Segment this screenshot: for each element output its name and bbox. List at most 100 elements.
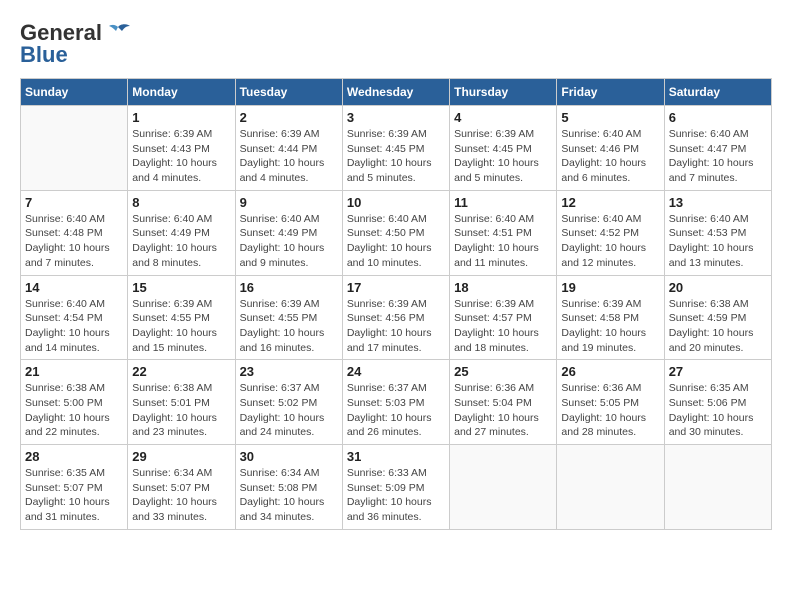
calendar-day-cell: 17 Sunrise: 6:39 AM Sunset: 4:56 PM Dayli… (342, 275, 449, 360)
day-info: Sunrise: 6:39 AM Sunset: 4:43 PM Dayligh… (132, 127, 230, 186)
calendar-day-cell (557, 445, 664, 530)
day-number: 24 (347, 364, 445, 379)
calendar-day-cell: 22Sunrise: 6:38 AM Sunset: 5:01 PM Dayli… (128, 360, 235, 445)
calendar-day-cell: 8 Sunrise: 6:40 AM Sunset: 4:49 PM Daylig… (128, 190, 235, 275)
calendar-week-row: 21 Sunrise: 6:38 AM Sunset: 5:00 PM Dayli… (21, 360, 772, 445)
calendar-day-cell: 18Sunrise: 6:39 AM Sunset: 4:57 PM Dayli… (450, 275, 557, 360)
day-number: 17 (347, 280, 445, 295)
day-number: 23 (240, 364, 338, 379)
day-number: 2 (240, 110, 338, 125)
day-number: 20 (669, 280, 767, 295)
calendar-day-cell (450, 445, 557, 530)
day-number: 15 (132, 280, 230, 295)
calendar-day-cell: 28 Sunrise: 6:35 AM Sunset: 5:07 PM Dayli… (21, 445, 128, 530)
day-number: 21 (25, 364, 123, 379)
day-info: Sunrise: 6:40 AM Sunset: 4:49 PM Dayligh… (240, 212, 338, 271)
day-number: 28 (25, 449, 123, 464)
day-number: 11 (454, 195, 552, 210)
day-number: 13 (669, 195, 767, 210)
calendar-day-cell: 29 Sunrise: 6:34 AM Sunset: 5:07 PM Dayli… (128, 445, 235, 530)
logo: General Blue (20, 20, 132, 68)
day-number: 25 (454, 364, 552, 379)
day-info: Sunrise: 6:40 AM Sunset: 4:51 PM Dayligh… (454, 212, 552, 271)
calendar-day-cell: 6Sunrise: 6:40 AM Sunset: 4:47 PM Daylig… (664, 106, 771, 191)
day-info: Sunrise: 6:39 AM Sunset: 4:55 PM Dayligh… (240, 297, 338, 356)
calendar-day-cell: 27 Sunrise: 6:35 AM Sunset: 5:06 PM Dayli… (664, 360, 771, 445)
day-info: Sunrise: 6:36 AM Sunset: 5:05 PM Dayligh… (561, 381, 659, 440)
day-info: Sunrise: 6:39 AM Sunset: 4:45 PM Dayligh… (454, 127, 552, 186)
day-info: Sunrise: 6:40 AM Sunset: 4:53 PM Dayligh… (669, 212, 767, 271)
day-number: 10 (347, 195, 445, 210)
calendar-day-cell: 2 Sunrise: 6:39 AM Sunset: 4:44 PM Daylig… (235, 106, 342, 191)
day-info: Sunrise: 6:40 AM Sunset: 4:49 PM Dayligh… (132, 212, 230, 271)
calendar-day-cell: 21 Sunrise: 6:38 AM Sunset: 5:00 PM Dayli… (21, 360, 128, 445)
day-of-week-header: Tuesday (235, 79, 342, 106)
day-of-week-header: Wednesday (342, 79, 449, 106)
calendar-day-cell: 4 Sunrise: 6:39 AM Sunset: 4:45 PM Daylig… (450, 106, 557, 191)
calendar-day-cell: 7 Sunrise: 6:40 AM Sunset: 4:48 PM Daylig… (21, 190, 128, 275)
day-info: Sunrise: 6:37 AM Sunset: 5:02 PM Dayligh… (240, 381, 338, 440)
calendar-day-cell: 9 Sunrise: 6:40 AM Sunset: 4:49 PM Daylig… (235, 190, 342, 275)
day-number: 3 (347, 110, 445, 125)
day-number: 9 (240, 195, 338, 210)
calendar-day-cell: 19 Sunrise: 6:39 AM Sunset: 4:58 PM Dayli… (557, 275, 664, 360)
calendar-day-cell (664, 445, 771, 530)
calendar-week-row: 1 Sunrise: 6:39 AM Sunset: 4:43 PM Daylig… (21, 106, 772, 191)
day-info: Sunrise: 6:34 AM Sunset: 5:08 PM Dayligh… (240, 466, 338, 525)
calendar-day-cell: 31 Sunrise: 6:33 AM Sunset: 5:09 PM Dayli… (342, 445, 449, 530)
day-of-week-header: Saturday (664, 79, 771, 106)
day-info: Sunrise: 6:39 AM Sunset: 4:44 PM Dayligh… (240, 127, 338, 186)
calendar-day-cell (21, 106, 128, 191)
day-number: 8 (132, 195, 230, 210)
day-info: Sunrise: 6:35 AM Sunset: 5:06 PM Dayligh… (669, 381, 767, 440)
day-info: Sunrise: 6:38 AM Sunset: 5:00 PM Dayligh… (25, 381, 123, 440)
calendar-day-cell: 25 Sunrise: 6:36 AM Sunset: 5:04 PM Dayli… (450, 360, 557, 445)
day-info: Sunrise: 6:40 AM Sunset: 4:52 PM Dayligh… (561, 212, 659, 271)
calendar-week-row: 14Sunrise: 6:40 AM Sunset: 4:54 PM Dayli… (21, 275, 772, 360)
calendar-day-cell: 5 Sunrise: 6:40 AM Sunset: 4:46 PM Daylig… (557, 106, 664, 191)
calendar-day-cell: 23 Sunrise: 6:37 AM Sunset: 5:02 PM Dayli… (235, 360, 342, 445)
day-number: 30 (240, 449, 338, 464)
calendar-header-row: SundayMondayTuesdayWednesdayThursdayFrid… (21, 79, 772, 106)
day-number: 1 (132, 110, 230, 125)
day-info: Sunrise: 6:40 AM Sunset: 4:46 PM Dayligh… (561, 127, 659, 186)
day-of-week-header: Friday (557, 79, 664, 106)
calendar-day-cell: 24 Sunrise: 6:37 AM Sunset: 5:03 PM Dayli… (342, 360, 449, 445)
day-number: 31 (347, 449, 445, 464)
calendar-week-row: 7 Sunrise: 6:40 AM Sunset: 4:48 PM Daylig… (21, 190, 772, 275)
calendar-day-cell: 12Sunrise: 6:40 AM Sunset: 4:52 PM Dayli… (557, 190, 664, 275)
calendar-day-cell: 26Sunrise: 6:36 AM Sunset: 5:05 PM Dayli… (557, 360, 664, 445)
logo-blue-text: Blue (20, 42, 68, 68)
day-info: Sunrise: 6:39 AM Sunset: 4:56 PM Dayligh… (347, 297, 445, 356)
day-number: 7 (25, 195, 123, 210)
day-number: 27 (669, 364, 767, 379)
day-info: Sunrise: 6:33 AM Sunset: 5:09 PM Dayligh… (347, 466, 445, 525)
day-info: Sunrise: 6:36 AM Sunset: 5:04 PM Dayligh… (454, 381, 552, 440)
day-info: Sunrise: 6:40 AM Sunset: 4:48 PM Dayligh… (25, 212, 123, 271)
day-number: 29 (132, 449, 230, 464)
day-info: Sunrise: 6:40 AM Sunset: 4:50 PM Dayligh… (347, 212, 445, 271)
day-info: Sunrise: 6:38 AM Sunset: 5:01 PM Dayligh… (132, 381, 230, 440)
calendar-day-cell: 30 Sunrise: 6:34 AM Sunset: 5:08 PM Dayli… (235, 445, 342, 530)
day-info: Sunrise: 6:37 AM Sunset: 5:03 PM Dayligh… (347, 381, 445, 440)
calendar-day-cell: 1 Sunrise: 6:39 AM Sunset: 4:43 PM Daylig… (128, 106, 235, 191)
calendar-day-cell: 16 Sunrise: 6:39 AM Sunset: 4:55 PM Dayli… (235, 275, 342, 360)
day-of-week-header: Sunday (21, 79, 128, 106)
day-number: 6 (669, 110, 767, 125)
day-info: Sunrise: 6:34 AM Sunset: 5:07 PM Dayligh… (132, 466, 230, 525)
day-number: 16 (240, 280, 338, 295)
calendar-day-cell: 3 Sunrise: 6:39 AM Sunset: 4:45 PM Daylig… (342, 106, 449, 191)
day-number: 14 (25, 280, 123, 295)
calendar-day-cell: 14Sunrise: 6:40 AM Sunset: 4:54 PM Dayli… (21, 275, 128, 360)
day-info: Sunrise: 6:39 AM Sunset: 4:45 PM Dayligh… (347, 127, 445, 186)
calendar-day-cell: 10 Sunrise: 6:40 AM Sunset: 4:50 PM Dayli… (342, 190, 449, 275)
day-info: Sunrise: 6:39 AM Sunset: 4:58 PM Dayligh… (561, 297, 659, 356)
day-of-week-header: Monday (128, 79, 235, 106)
calendar-day-cell: 20Sunrise: 6:38 AM Sunset: 4:59 PM Dayli… (664, 275, 771, 360)
calendar-week-row: 28 Sunrise: 6:35 AM Sunset: 5:07 PM Dayli… (21, 445, 772, 530)
day-number: 5 (561, 110, 659, 125)
day-number: 19 (561, 280, 659, 295)
day-info: Sunrise: 6:35 AM Sunset: 5:07 PM Dayligh… (25, 466, 123, 525)
day-number: 4 (454, 110, 552, 125)
day-info: Sunrise: 6:39 AM Sunset: 4:55 PM Dayligh… (132, 297, 230, 356)
